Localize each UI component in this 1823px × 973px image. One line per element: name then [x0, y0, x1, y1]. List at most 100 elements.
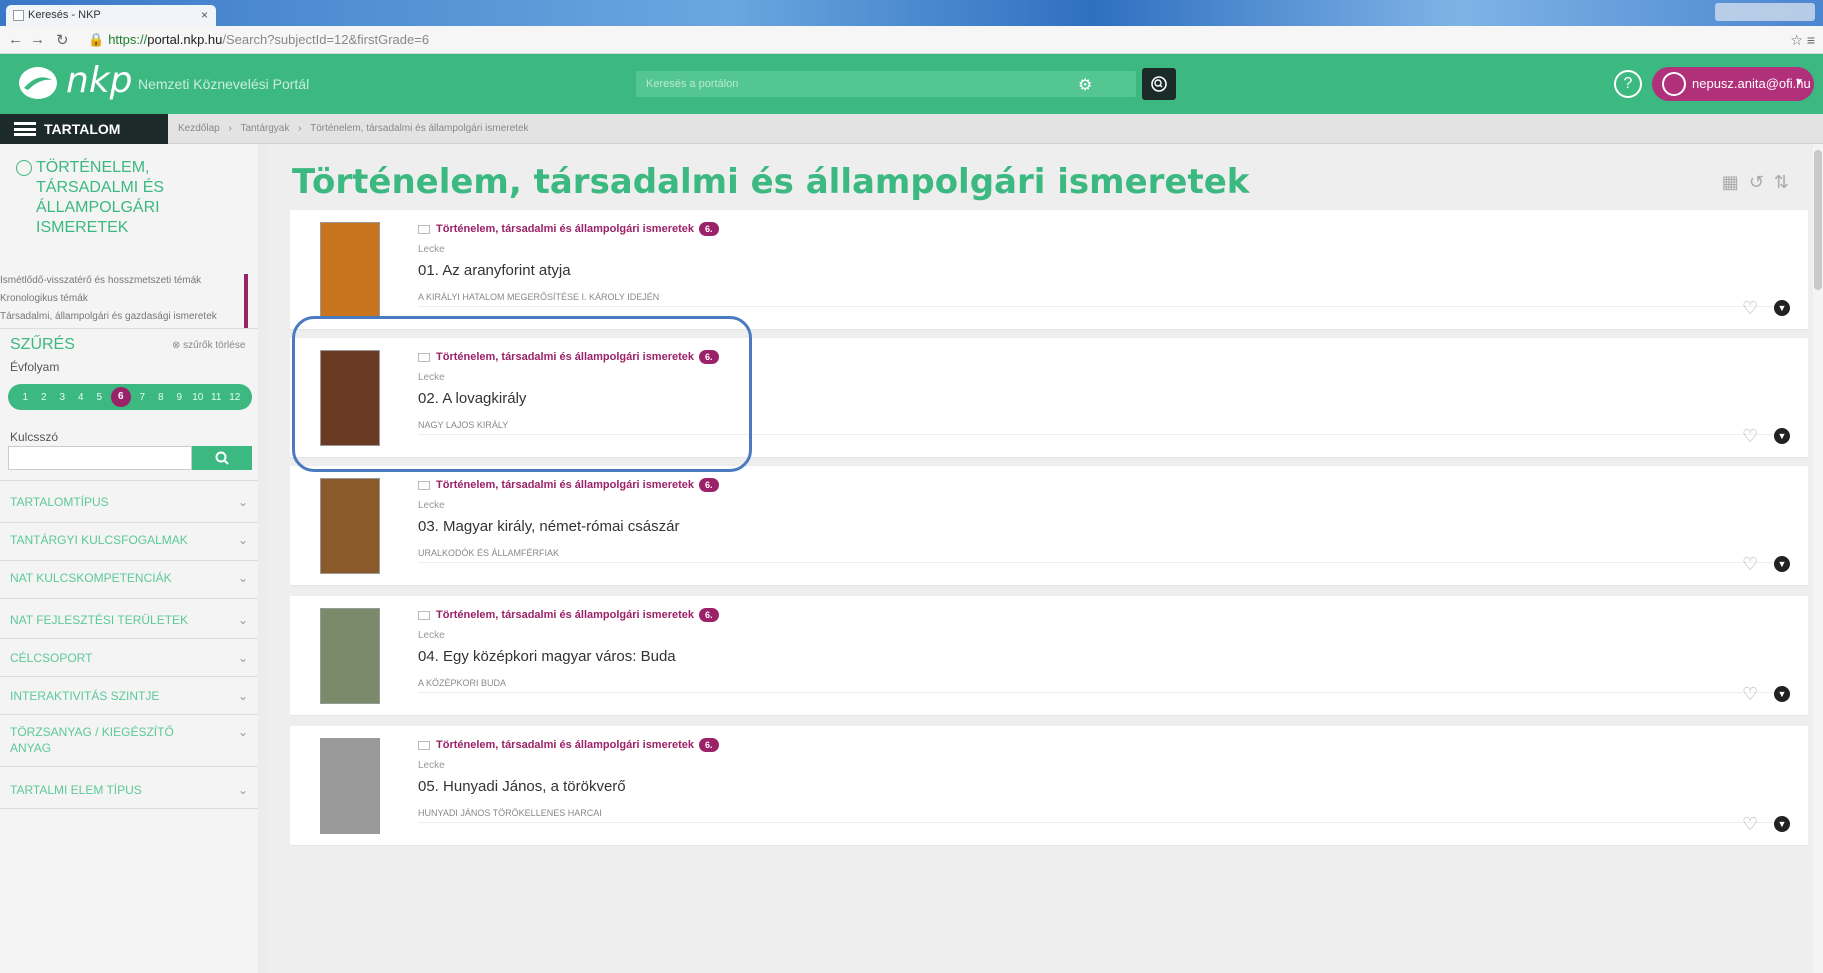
card-subject-text: Történelem, társadalmi és állampolgári i… [436, 739, 695, 751]
facet-nat-development-areas[interactable]: NAT fejlesztési területek ⌄ [10, 612, 248, 628]
url-field[interactable]: 🔒 https://portal.nkp.hu/Search?subjectId=… [88, 30, 1768, 50]
favorite-heart-icon[interactable]: ♡ [1742, 684, 1758, 705]
breadcrumb: Kezdőlap › Tantárgyak › Történelem, társ… [178, 123, 535, 134]
result-card[interactable]: Történelem, társadalmi és állampolgári i… [290, 338, 1808, 458]
subject-topic-links: Ismétlődő-visszatérő és hosszmetszeti té… [0, 274, 248, 328]
card-title[interactable]: 01. Az aranyforint atyja [418, 262, 571, 279]
sort-icon[interactable]: ⇅ [1774, 172, 1799, 192]
site-search-button[interactable] [1142, 68, 1176, 100]
grade-badge: 6. [699, 738, 719, 752]
card-subject[interactable]: Történelem, társadalmi és állampolgári i… [418, 350, 719, 364]
grade-option[interactable]: 3 [55, 392, 69, 403]
site-search-input[interactable] [636, 71, 1066, 97]
browser-tab[interactable]: Keresés - NKP × [6, 5, 216, 26]
favorite-heart-icon[interactable]: ♡ [1742, 298, 1758, 319]
card-title[interactable]: 03. Magyar király, német-római császár [418, 518, 679, 535]
keyword-search-button[interactable] [192, 446, 252, 470]
chevron-down-icon: ⌄ [237, 725, 248, 739]
card-thumbnail[interactable] [320, 350, 380, 446]
card-subject[interactable]: Történelem, társadalmi és állampolgári i… [418, 608, 719, 622]
view-options: ▦↺⇅ [1722, 172, 1799, 193]
facet-nat-competencies[interactable]: NAT kulcskompetenciák ⌄ [10, 570, 248, 586]
grade-option[interactable]: 11 [209, 392, 223, 403]
grade-option[interactable]: 5 [92, 392, 106, 403]
grade-option[interactable]: 8 [154, 392, 168, 403]
favicon-icon [13, 10, 24, 21]
facet-content-element-type[interactable]: Tartalmi elem típus ⌄ [10, 782, 248, 798]
breadcrumb-bar: TARTALOM Kezdőlap › Tantárgyak › Történe… [0, 114, 1823, 144]
result-card[interactable]: Történelem, társadalmi és állampolgári i… [290, 596, 1808, 716]
card-subject[interactable]: Történelem, társadalmi és állampolgári i… [418, 738, 719, 752]
result-card[interactable]: Történelem, társadalmi és állampolgári i… [290, 210, 1808, 330]
chevron-down-icon[interactable]: ▼ [1774, 428, 1790, 444]
grade-option[interactable]: 10 [191, 392, 205, 403]
grade-option[interactable]: 9 [172, 392, 186, 403]
subject-icon [418, 740, 430, 750]
subject-heading-text: Történelem, társadalmi és állampolgári i… [36, 159, 165, 236]
grade-option[interactable]: 7 [135, 392, 149, 403]
grade-badge: 6. [699, 222, 719, 236]
facet-interactivity[interactable]: Interaktivitás szintje ⌄ [10, 688, 248, 704]
breadcrumb-home[interactable]: Kezdőlap [178, 123, 220, 134]
divider [0, 598, 258, 599]
browser-menu-icons[interactable]: ☆ ≡ [1790, 32, 1815, 49]
logo-text[interactable]: nkp [66, 60, 133, 101]
result-card[interactable]: Történelem, társadalmi és állampolgári i… [290, 466, 1808, 586]
card-subject[interactable]: Történelem, társadalmi és állampolgári i… [418, 222, 719, 236]
topic-link[interactable]: Társadalmi, állampolgári és gazdasági is… [0, 310, 234, 324]
forward-icon[interactable]: → [30, 31, 45, 48]
help-icon[interactable]: ? [1614, 70, 1642, 98]
card-thumbnail[interactable] [320, 608, 380, 704]
reload-icon[interactable]: ↻ [56, 31, 69, 49]
facet-core-material[interactable]: Törzsanyag / kiegészítő anyag ⌄ [10, 724, 248, 756]
tab-close-icon[interactable]: × [201, 8, 208, 22]
filter-sliders-icon[interactable]: ⚙ [1078, 75, 1092, 95]
card-subject[interactable]: Történelem, társadalmi és állampolgári i… [418, 478, 719, 492]
chevron-down-icon: ⌄ [237, 495, 248, 509]
card-thumbnail[interactable] [320, 738, 380, 834]
scrollbar-thumb[interactable] [1814, 150, 1822, 290]
divider [0, 676, 258, 677]
nkp-logo-icon[interactable] [18, 66, 58, 100]
card-thumbnail[interactable] [320, 222, 380, 318]
grade-option[interactable]: 12 [228, 392, 242, 403]
favorite-heart-icon[interactable]: ♡ [1742, 814, 1758, 835]
favorite-heart-icon[interactable]: ♡ [1742, 426, 1758, 447]
chevron-down-icon: ⌄ [237, 571, 248, 585]
grade-option[interactable]: 1 [18, 392, 32, 403]
chevron-down-icon[interactable]: ▼ [1774, 300, 1790, 316]
card-thumbnail[interactable] [320, 478, 380, 574]
window-controls[interactable] [1715, 3, 1815, 21]
favorite-heart-icon[interactable]: ♡ [1742, 554, 1758, 575]
grid-view-icon[interactable]: ▦ [1722, 172, 1749, 192]
breadcrumb-separator: › [298, 123, 302, 134]
grade-option[interactable]: 2 [37, 392, 51, 403]
facet-target-group[interactable]: Célcsoport ⌄ [10, 650, 248, 666]
grade-option-selected[interactable]: 6 [110, 387, 131, 407]
user-menu-button[interactable]: nepusz.anita@ofi.hu ▼ [1652, 67, 1814, 101]
result-card[interactable]: Történelem, társadalmi és állampolgári i… [290, 726, 1808, 846]
card-title[interactable]: 05. Hunyadi János, a törökverő [418, 778, 626, 795]
breadcrumb-subjects[interactable]: Tantárgyak [240, 123, 289, 134]
subject-icon [418, 352, 430, 362]
topic-link[interactable]: Kronologikus témák [0, 292, 234, 306]
chevron-down-icon[interactable]: ▼ [1774, 816, 1790, 832]
url-path: /Search?subjectId=12&firstGrade=6 [222, 32, 430, 47]
chevron-down-icon[interactable]: ▼ [1774, 686, 1790, 702]
facet-label: NAT kulcskompetenciák [10, 571, 172, 585]
facet-key-concepts[interactable]: Tantárgyi kulcsfogalmak ⌄ [10, 532, 248, 548]
keyword-input[interactable] [8, 446, 192, 470]
chevron-down-icon[interactable]: ▼ [1774, 556, 1790, 572]
menu-label: TARTALOM [44, 121, 121, 137]
history-icon[interactable]: ↺ [1749, 172, 1774, 192]
content-menu-button[interactable]: TARTALOM [0, 114, 168, 144]
scrollbar[interactable] [1813, 144, 1823, 973]
subject-heading[interactable]: Történelem, társadalmi és állampolgári i… [8, 158, 248, 238]
card-title[interactable]: 04. Egy középkori magyar város: Buda [418, 648, 676, 665]
facet-content-type[interactable]: Tartalomtípus ⌄ [10, 494, 248, 510]
card-title[interactable]: 02. A lovagkirály [418, 390, 526, 407]
back-icon[interactable]: ← [8, 31, 23, 48]
clear-filters-link[interactable]: ⊗ szűrők törlése [172, 340, 245, 351]
grade-option[interactable]: 4 [74, 392, 88, 403]
topic-link[interactable]: Ismétlődő-visszatérő és hosszmetszeti té… [0, 274, 234, 288]
